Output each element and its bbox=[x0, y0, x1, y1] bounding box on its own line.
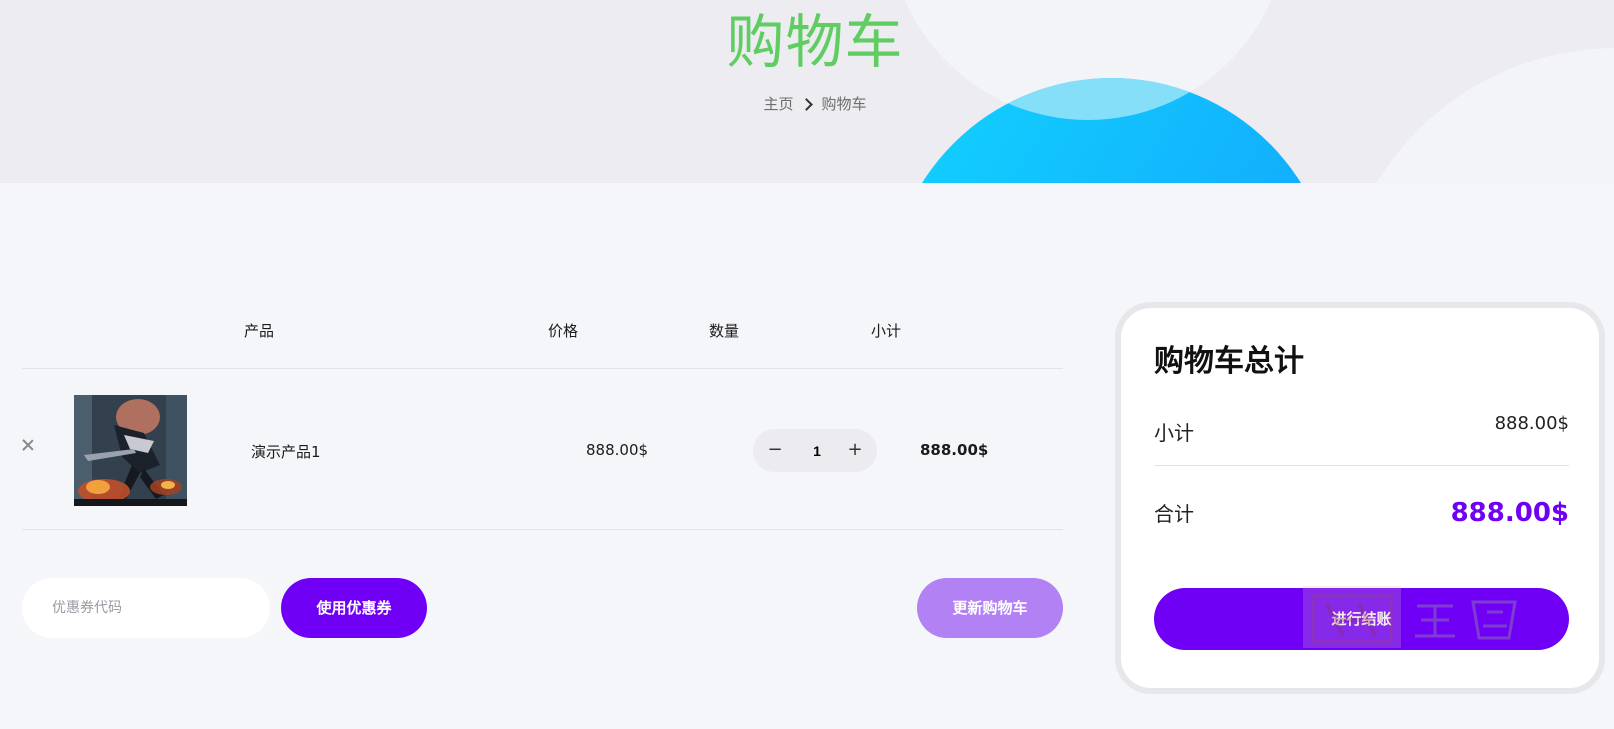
remove-item-icon[interactable] bbox=[20, 437, 36, 453]
totals-total-value: 888.00$ bbox=[1450, 498, 1569, 528]
update-cart-button[interactable]: 更新购物车 bbox=[917, 578, 1063, 638]
cart-totals-card: 购物车总计 小计 888.00$ 合计 888.00$ 进行结账 bbox=[1115, 302, 1605, 694]
page-title: 购物车 bbox=[726, 8, 904, 76]
cart-table: 产品 价格 数量 小计 演示产品1 888.00$ − 1 + 888.00$ bbox=[22, 290, 1063, 530]
breadcrumb-current: 购物车 bbox=[821, 95, 867, 113]
column-header-price: 价格 bbox=[548, 322, 579, 340]
totals-total-label: 合计 bbox=[1154, 502, 1194, 526]
column-header-quantity: 数量 bbox=[709, 322, 740, 340]
column-header-subtotal: 小计 bbox=[871, 322, 902, 340]
quantity-increase-button[interactable]: + bbox=[835, 429, 875, 472]
product-image-art bbox=[74, 395, 187, 506]
product-subtotal: 888.00$ bbox=[920, 441, 989, 459]
column-header-product: 产品 bbox=[244, 322, 275, 340]
product-price: 888.00$ bbox=[586, 441, 649, 459]
totals-subtotal-value: 888.00$ bbox=[1494, 413, 1569, 434]
totals-subtotal-label: 小计 bbox=[1154, 421, 1194, 445]
totals-subtotal-row: 小计 888.00$ bbox=[1154, 411, 1569, 466]
coupon-code-input[interactable] bbox=[22, 578, 270, 638]
product-thumbnail[interactable] bbox=[74, 395, 187, 506]
proceed-to-checkout-button[interactable]: 进行结账 bbox=[1154, 588, 1569, 650]
product-name-link[interactable]: 演示产品1 bbox=[251, 441, 321, 462]
chevron-right-icon bbox=[799, 97, 813, 111]
breadcrumb-home-link[interactable]: 主页 bbox=[763, 95, 793, 113]
apply-coupon-button[interactable]: 使用优惠券 bbox=[281, 578, 427, 638]
quantity-stepper: − + bbox=[753, 429, 877, 474]
quantity-input[interactable] bbox=[795, 429, 839, 474]
table-row: 演示产品1 888.00$ − + 888.00$ bbox=[22, 369, 1063, 530]
cart-table-header: 产品 价格 数量 小计 bbox=[22, 290, 1063, 369]
breadcrumb: 主页 购物车 bbox=[0, 93, 1614, 114]
cart-totals-title: 购物车总计 bbox=[1154, 344, 1304, 379]
quantity-decrease-button[interactable]: − bbox=[755, 429, 795, 472]
totals-total-row: 合计 888.00$ bbox=[1154, 498, 1569, 538]
